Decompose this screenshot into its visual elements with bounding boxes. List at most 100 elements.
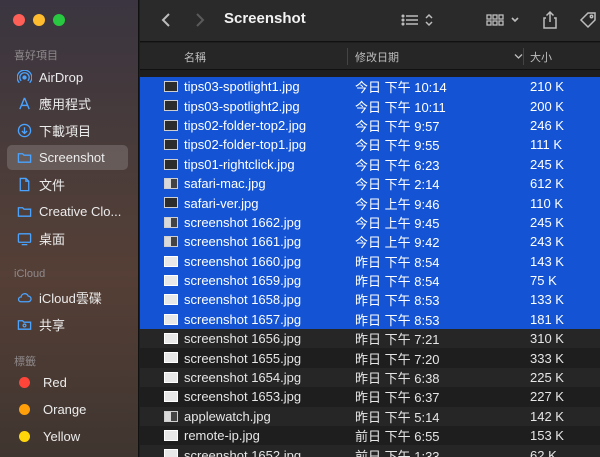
- close-window-button[interactable]: [13, 14, 25, 26]
- cloud-icon: [16, 290, 32, 306]
- orange-tag-dot-icon: [19, 404, 30, 415]
- sidebar-item-downloads[interactable]: 下載項目: [7, 118, 128, 143]
- file-row[interactable]: safari-ver.jpg 今日 上午 9:46 110 K: [140, 193, 600, 213]
- file-date: 今日 上午 9:42: [355, 235, 440, 251]
- column-divider[interactable]: [347, 48, 348, 65]
- file-row[interactable]: screenshot 1655.jpg 昨日 下午 7:20 333 K: [140, 348, 600, 368]
- file-name: tips03-spotlight2.jpg: [184, 98, 300, 114]
- desktop-icon: [16, 231, 32, 247]
- file-size: 210 K: [530, 79, 564, 95]
- column-name-header[interactable]: 名稱: [184, 43, 206, 70]
- back-button[interactable]: [154, 8, 178, 32]
- folder-icon: [16, 150, 32, 166]
- file-row[interactable]: screenshot 1658.jpg 昨日 下午 8:53 133 K: [140, 290, 600, 310]
- sidebar-item-icloud-drive[interactable]: iCloud雲碟: [7, 285, 128, 310]
- sidebar-item-label: AirDrop: [39, 70, 84, 85]
- tag-button[interactable]: [576, 8, 600, 32]
- forward-button[interactable]: [188, 8, 212, 32]
- sidebar-tag-orange[interactable]: Orange: [7, 397, 128, 422]
- file-name: tips01-rightclick.jpg: [184, 156, 295, 172]
- sidebar-item-desktop[interactable]: 桌面: [7, 226, 128, 251]
- sidebar-tag-red[interactable]: Red: [7, 370, 128, 395]
- file-date: 昨日 下午 7:21: [355, 332, 440, 348]
- file-name: screenshot 1653.jpg: [184, 389, 302, 405]
- sidebar-item-screenshot[interactable]: Screenshot: [7, 145, 128, 170]
- sidebar-item-label: Yellow: [43, 429, 81, 444]
- sidebar-item-documents[interactable]: 文件: [7, 172, 128, 197]
- file-size: 142 K: [530, 408, 564, 424]
- file-row[interactable]: screenshot 1656.jpg 昨日 下午 7:21 310 K: [140, 329, 600, 349]
- image-file-icon: [164, 274, 178, 286]
- sidebar-item-applications[interactable]: 應用程式: [7, 91, 128, 116]
- file-date: 今日 上午 9:46: [355, 196, 440, 212]
- group-button[interactable]: [484, 8, 524, 32]
- minimize-window-button[interactable]: [33, 14, 45, 26]
- sidebar-tag-yellow[interactable]: Yellow: [7, 424, 128, 449]
- share-button[interactable]: [538, 8, 562, 32]
- image-file-icon: [164, 139, 178, 151]
- sidebar-item-label: 文件: [39, 178, 66, 193]
- image-file-icon: [164, 313, 178, 325]
- file-row[interactable]: screenshot 1660.jpg 昨日 下午 8:54 143 K: [140, 251, 600, 271]
- list-view-button[interactable]: [398, 8, 438, 32]
- image-file-icon: [164, 177, 178, 189]
- file-name: remote-ip.jpg: [184, 428, 260, 444]
- sidebar-item-creative-cloud[interactable]: Creative Clo...: [7, 199, 128, 224]
- image-file-icon: [164, 158, 178, 170]
- file-size: 143 K: [530, 253, 564, 269]
- file-row[interactable]: tips02-folder-top1.jpg 今日 下午 9:55 111 K: [140, 135, 600, 155]
- sidebar-item-label: 桌面: [39, 232, 66, 247]
- file-row[interactable]: tips03-spotlight2.jpg 今日 下午 10:11 200 K: [140, 96, 600, 116]
- file-size: 153 K: [530, 428, 564, 444]
- file-name: safari-ver.jpg: [184, 195, 259, 211]
- document-icon: [16, 177, 32, 193]
- file-size: 310 K: [530, 331, 564, 347]
- file-row[interactable]: tips02-folder-top2.jpg 今日 下午 9:57 246 K: [140, 115, 600, 136]
- file-name: screenshot 1659.jpg: [184, 273, 302, 289]
- window-controls: [13, 14, 65, 26]
- file-name: screenshot 1652.jpg: [184, 447, 302, 457]
- image-file-icon: [164, 391, 178, 403]
- file-name: screenshot 1655.jpg: [184, 350, 302, 366]
- column-divider[interactable]: [523, 48, 524, 65]
- file-row[interactable]: remote-ip.jpg 前日 下午 6:55 153 K: [140, 426, 600, 446]
- file-name: tips02-folder-top2.jpg: [184, 117, 307, 133]
- file-row[interactable]: tips01-rightclick.jpg 今日 下午 6:23 245 K: [140, 154, 600, 174]
- file-name: screenshot 1654.jpg: [184, 370, 302, 386]
- sidebar-item-shared[interactable]: 共享: [7, 312, 128, 337]
- file-name: applewatch.jpg: [184, 408, 271, 424]
- sidebar-item-label: Creative Clo...: [39, 204, 122, 219]
- share-icon: [543, 10, 557, 29]
- file-row[interactable]: tips03-spotlight1.jpg 今日 下午 10:14 210 K: [140, 77, 600, 97]
- file-date: 今日 下午 6:23: [355, 157, 440, 173]
- file-row[interactable]: screenshot 1662.jpg 今日 上午 9:45 245 K: [140, 212, 600, 233]
- grid-view-icon: [486, 14, 519, 26]
- image-file-icon: [164, 333, 178, 345]
- file-row[interactable]: applewatch.jpg 昨日 下午 5:14 142 K: [140, 406, 600, 427]
- file-row[interactable]: screenshot 1657.jpg 昨日 下午 8:53 181 K: [140, 309, 600, 330]
- file-list: tips03-spotlight1.jpg 今日 下午 10:14 210 Ktip…: [140, 77, 600, 457]
- file-row[interactable]: screenshot 1661.jpg 今日 上午 9:42 243 K: [140, 232, 600, 252]
- image-file-icon: [164, 100, 178, 112]
- image-file-icon: [164, 255, 178, 267]
- file-name: screenshot 1656.jpg: [184, 331, 302, 347]
- file-row[interactable]: screenshot 1659.jpg 昨日 下午 8:54 75 K: [140, 270, 600, 291]
- file-date: 今日 上午 9:45: [355, 215, 440, 231]
- file-row[interactable]: safari-mac.jpg 今日 下午 2:14 612 K: [140, 173, 600, 194]
- image-file-icon: [164, 449, 178, 457]
- file-date: 昨日 下午 6:37: [355, 390, 440, 406]
- file-date: 昨日 下午 8:54: [355, 254, 440, 270]
- file-row[interactable]: screenshot 1653.jpg 昨日 下午 6:37 227 K: [140, 387, 600, 407]
- column-date-label: 修改日期: [355, 51, 399, 64]
- red-tag-dot-icon: [19, 377, 30, 388]
- file-row[interactable]: screenshot 1654.jpg 昨日 下午 6:38 225 K: [140, 367, 600, 388]
- zoom-window-button[interactable]: [53, 14, 65, 26]
- image-file-icon: [164, 236, 178, 248]
- column-header: 名稱 修改日期 大小: [140, 43, 600, 70]
- sidebar-item-airdrop[interactable]: AirDrop: [7, 65, 128, 90]
- file-row[interactable]: screenshot 1652.jpg 前日 下午 1:33 62 K: [140, 445, 600, 457]
- chevron-left-icon: [161, 13, 170, 27]
- column-date-header[interactable]: 修改日期: [355, 43, 523, 70]
- column-size-header[interactable]: 大小: [530, 43, 552, 70]
- file-date: 昨日 下午 8:54: [355, 274, 440, 290]
